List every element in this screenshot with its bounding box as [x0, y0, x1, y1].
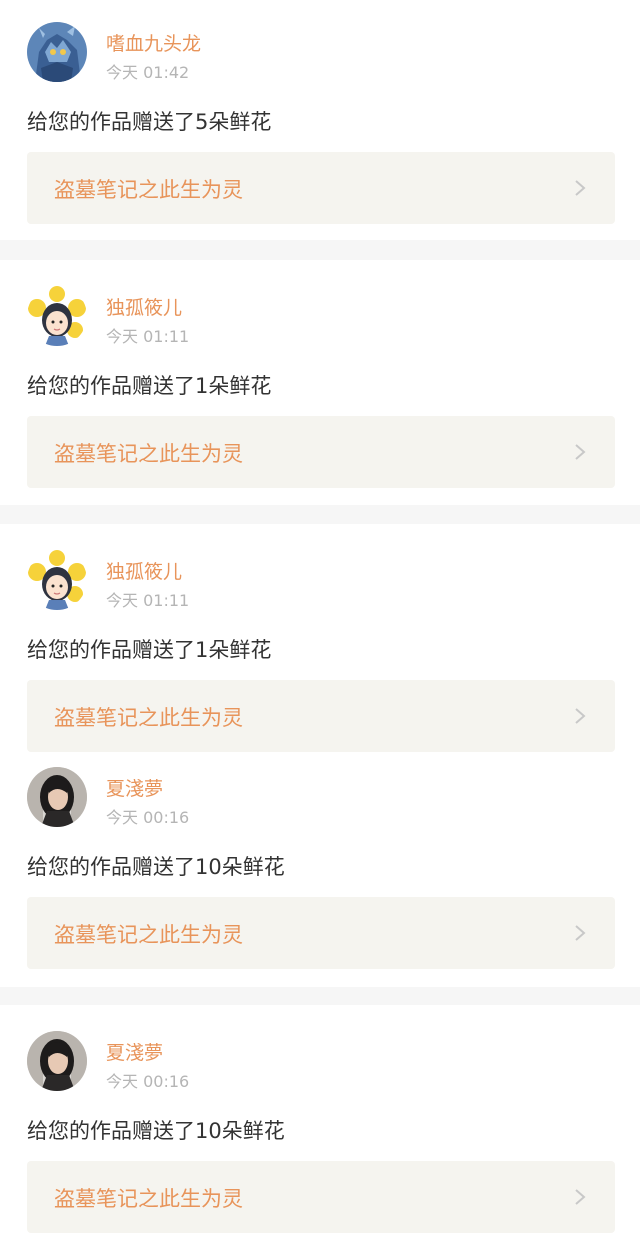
- username[interactable]: 独孤筱儿: [106, 557, 182, 584]
- timestamp: 今天 00:16: [106, 808, 190, 827]
- work-link-card[interactable]: 盗墓笔记之此生为灵: [27, 897, 615, 969]
- chevron-right-icon: [575, 708, 586, 724]
- timestamp: 今天 01:42: [106, 63, 190, 82]
- work-title: 盗墓笔记之此生为灵: [54, 442, 243, 466]
- list-item: 独孤筱儿 今天 01:11 给您的作品赠送了1朵鲜花 盗墓笔记之此生为灵: [0, 524, 640, 756]
- photo-girl-avatar[interactable]: [27, 767, 87, 827]
- username[interactable]: 嗜血九头龙: [106, 29, 201, 56]
- chevron-right-icon: [575, 444, 586, 460]
- work-title: 盗墓笔记之此生为灵: [54, 178, 243, 202]
- list-item: 独孤筱儿 今天 01:11 给您的作品赠送了1朵鲜花 盗墓笔记之此生为灵: [0, 260, 640, 505]
- gift-message: 给您的作品赠送了1朵鲜花: [27, 374, 272, 398]
- work-title: 盗墓笔记之此生为灵: [54, 923, 243, 947]
- chevron-right-icon: [575, 180, 586, 196]
- work-title: 盗墓笔记之此生为灵: [54, 1187, 243, 1211]
- gift-message: 给您的作品赠送了5朵鲜花: [27, 110, 272, 134]
- cartoon-girl-avatar[interactable]: [27, 286, 87, 346]
- gift-message: 给您的作品赠送了1朵鲜花: [27, 638, 272, 662]
- divider: [0, 987, 640, 1005]
- work-link-card[interactable]: 盗墓笔记之此生为灵: [27, 1161, 615, 1233]
- work-link-card[interactable]: 盗墓笔记之此生为灵: [27, 152, 615, 224]
- work-title: 盗墓笔记之此生为灵: [54, 706, 243, 730]
- work-link-card[interactable]: 盗墓笔记之此生为灵: [27, 416, 615, 488]
- work-link-card[interactable]: 盗墓笔记之此生为灵: [27, 680, 615, 752]
- list-item: 夏淺夢 今天 00:16 给您的作品赠送了10朵鲜花 盗墓笔记之此生为灵: [0, 756, 640, 987]
- chevron-right-icon: [575, 1189, 586, 1205]
- username[interactable]: 夏淺夢: [106, 774, 163, 801]
- list-item: 夏淺夢 今天 00:16 给您的作品赠送了10朵鲜花 盗墓笔记之此生为灵: [0, 1005, 640, 1253]
- divider: [0, 505, 640, 524]
- dragon-avatar[interactable]: [27, 22, 87, 82]
- cartoon-girl-avatar[interactable]: [27, 550, 87, 610]
- list-item: 嗜血九头龙 今天 01:42 给您的作品赠送了5朵鲜花 盗墓笔记之此生为灵: [0, 0, 640, 240]
- username[interactable]: 夏淺夢: [106, 1038, 163, 1065]
- timestamp: 今天 00:16: [106, 1072, 190, 1091]
- timestamp: 今天 01:11: [106, 327, 190, 346]
- photo-girl-avatar[interactable]: [27, 1031, 87, 1091]
- gift-message: 给您的作品赠送了10朵鲜花: [27, 1119, 285, 1143]
- divider: [0, 240, 640, 260]
- timestamp: 今天 01:11: [106, 591, 190, 610]
- gift-message: 给您的作品赠送了10朵鲜花: [27, 855, 285, 879]
- chevron-right-icon: [575, 925, 586, 941]
- username[interactable]: 独孤筱儿: [106, 293, 182, 320]
